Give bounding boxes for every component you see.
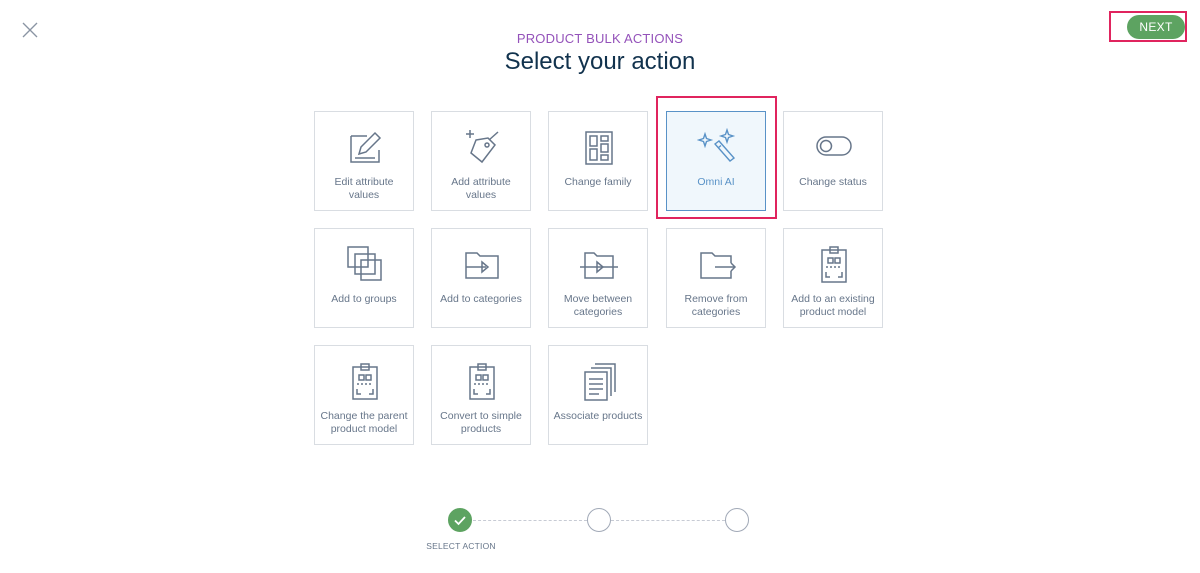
groups-icon <box>345 245 385 285</box>
tag-plus-icon <box>462 128 502 168</box>
magic-wand-icon <box>697 128 737 168</box>
associate-icon <box>579 362 619 402</box>
action-tile-convert-to-simple-products[interactable]: Convert to simple products <box>431 345 531 445</box>
action-tile-add-to-groups[interactable]: Add to groups <box>314 228 414 328</box>
action-tile-label: Add attribute values <box>451 176 511 201</box>
toggle-icon <box>814 128 854 168</box>
step-3 <box>725 508 749 532</box>
action-tile-add-to-categories[interactable]: Add to categories <box>431 228 531 328</box>
folder-remove-icon <box>697 245 737 285</box>
edit-icon <box>345 128 385 168</box>
folder-move-icon <box>579 245 619 285</box>
action-tile-change-family[interactable]: Change family <box>548 111 648 211</box>
action-tile-label: Move between categories <box>563 293 633 318</box>
action-tile-move-between-categories[interactable]: Move between categories <box>548 228 648 328</box>
page-title: Select your action <box>504 48 696 75</box>
action-tile-label: Convert to simple products <box>440 410 522 435</box>
action-tile-change-status[interactable]: Change status <box>783 111 883 211</box>
product-model-icon <box>814 245 854 285</box>
action-tile-label: Change family <box>564 176 632 188</box>
action-tile-associate-products[interactable]: Associate products <box>548 345 648 445</box>
action-tile-label: Edit attribute values <box>334 176 394 201</box>
step-2 <box>587 508 611 532</box>
action-tile-edit-attribute-values[interactable]: Edit attribute values <box>314 111 414 211</box>
step-1-done <box>448 508 472 532</box>
action-tile-label: Change status <box>799 176 867 188</box>
action-tile-label: Add to an existing product model <box>791 293 875 318</box>
action-tile-add-to-existing-product-model[interactable]: Add to an existing product model <box>783 228 883 328</box>
stepper-connector <box>473 520 587 521</box>
action-tile-label: Remove from categories <box>684 293 748 318</box>
action-tile-label: Add to groups <box>331 293 397 305</box>
action-tile-label: Change the parent product model <box>320 410 408 435</box>
product-model-icon <box>462 362 502 402</box>
stepper-connector <box>611 520 725 521</box>
page-subtitle: PRODUCT BULK ACTIONS <box>516 31 684 46</box>
action-tile-omni-ai[interactable]: Omni AI <box>666 111 766 211</box>
check-icon <box>454 516 466 526</box>
action-tile-change-parent-product-model[interactable]: Change the parent product model <box>314 345 414 445</box>
action-tile-label: Add to categories <box>440 293 522 305</box>
action-tile-remove-from-categories[interactable]: Remove from categories <box>666 228 766 328</box>
step-label: SELECT ACTION <box>426 541 496 551</box>
action-tile-label: Omni AI <box>697 176 735 188</box>
folder-add-icon <box>462 245 502 285</box>
action-tile-add-attribute-values[interactable]: Add attribute values <box>431 111 531 211</box>
action-tile-label: Associate products <box>553 410 643 422</box>
product-model-icon <box>345 362 385 402</box>
family-icon <box>579 128 619 168</box>
